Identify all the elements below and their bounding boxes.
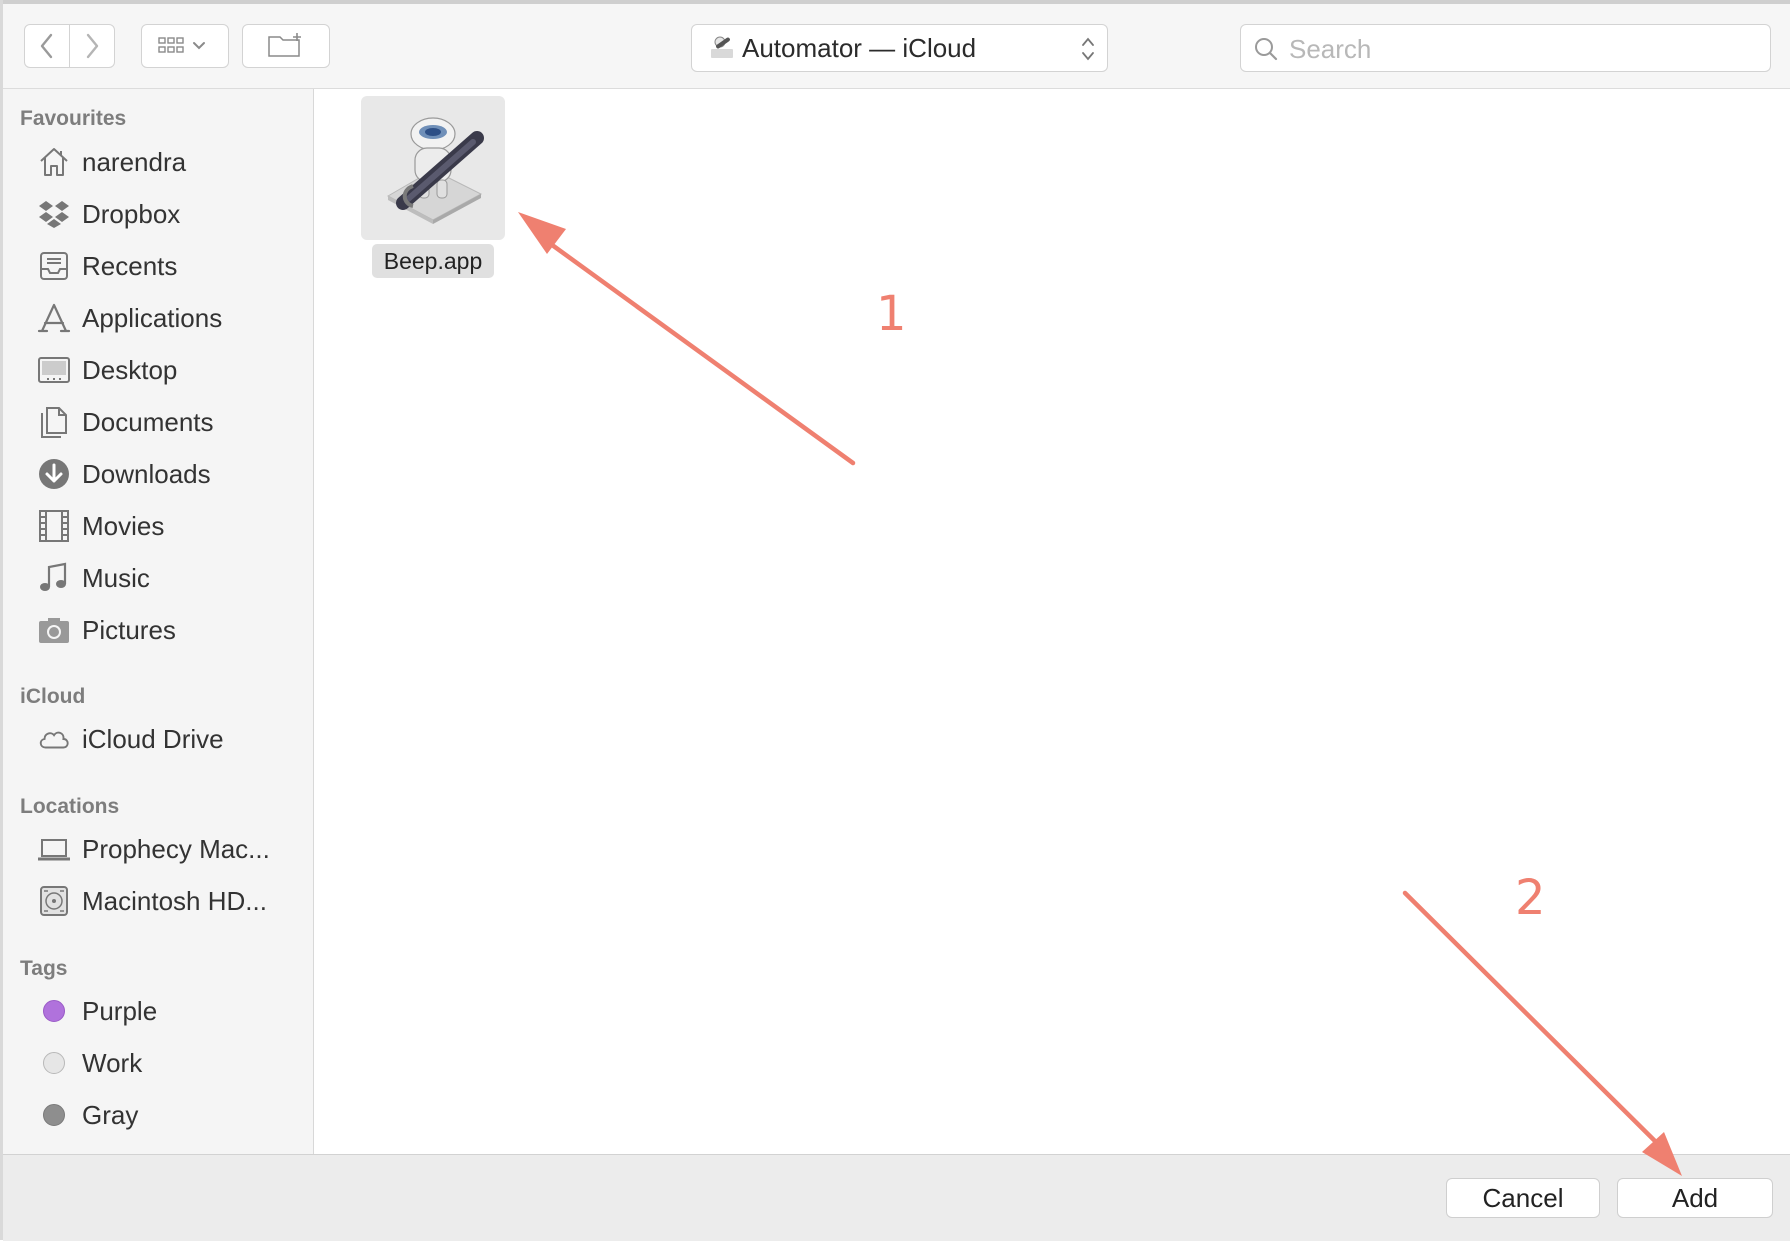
sidebar-item-label: Gray (82, 1100, 139, 1130)
cloud-icon (37, 722, 71, 756)
icon-grid-view-icon (158, 37, 205, 53)
sidebar-item-label: Applications (82, 303, 223, 333)
applications-icon (37, 301, 71, 335)
dropbox-icon (37, 197, 71, 231)
favourites-header: Favourites (20, 107, 127, 130)
sidebar-item-downloads[interactable]: Downloads (3, 450, 313, 496)
sidebar-item-tag-work[interactable]: Work (3, 1039, 313, 1085)
sidebar-item-pictures[interactable]: Pictures (3, 606, 313, 652)
sidebar-item-label: Work (82, 1048, 143, 1078)
tags-header: Tags (20, 957, 68, 980)
file-item-beep-app[interactable]: Beep.app (361, 96, 505, 278)
desktop-icon (37, 353, 71, 387)
sidebar-item-movies[interactable]: Movies (3, 502, 313, 548)
search-icon (1255, 38, 1278, 61)
back-button[interactable] (24, 24, 70, 68)
toolbar: Automator — iCloud (3, 4, 1790, 89)
home-icon (37, 145, 71, 179)
sidebar: Favourites narendra Dropbox Recents Appl… (3, 89, 314, 1154)
music-icon (37, 561, 71, 595)
sidebar-item-label: Dropbox (82, 199, 181, 229)
sidebar-item-macintosh-hd[interactable]: Macintosh HD... (3, 877, 313, 923)
sidebar-item-documents[interactable]: Documents (3, 398, 313, 444)
view-options-button[interactable] (141, 24, 229, 68)
search-input[interactable] (1287, 33, 1751, 65)
sidebar-item-dropbox[interactable]: Dropbox (3, 190, 313, 236)
location-label: Automator — iCloud (742, 32, 977, 63)
sidebar-item-label: Desktop (82, 355, 178, 385)
sidebar-item-label: Recents (82, 251, 178, 281)
forward-button[interactable] (69, 24, 115, 68)
sidebar-item-label: Movies (82, 511, 165, 541)
sidebar-item-icloud-drive[interactable]: iCloud Drive (3, 715, 313, 761)
sidebar-item-applications[interactable]: Applications (3, 294, 313, 340)
icloud-header: iCloud (20, 685, 86, 708)
dialog-footer: Cancel Add (3, 1154, 1790, 1241)
sidebar-item-music[interactable]: Music (3, 554, 313, 600)
sidebar-item-label: Downloads (82, 459, 211, 489)
search-field[interactable] (1240, 24, 1771, 72)
locations-header: Locations (20, 795, 120, 818)
file-browser-content: Beep.app (314, 89, 1790, 1154)
location-popup[interactable]: Automator — iCloud (691, 24, 1108, 72)
new-folder-icon (268, 33, 301, 57)
sidebar-item-desktop[interactable]: Desktop (3, 346, 313, 392)
automator-icon (708, 34, 736, 62)
sidebar-item-label: narendra (82, 147, 187, 177)
add-button[interactable]: Add (1617, 1178, 1773, 1218)
sidebar-item-label: Macintosh HD... (82, 886, 267, 916)
purple-tag-icon (37, 994, 71, 1028)
sidebar-item-recents[interactable]: Recents (3, 242, 313, 288)
camera-icon (37, 613, 71, 647)
sidebar-item-label: iCloud Drive (82, 724, 224, 754)
gray-tag-icon (37, 1098, 71, 1132)
sidebar-item-prophecy-mac[interactable]: Prophecy Mac... (3, 825, 313, 871)
cancel-button[interactable]: Cancel (1446, 1178, 1600, 1218)
sidebar-item-narendra[interactable]: narendra (3, 138, 313, 184)
sidebar-item-tag-purple[interactable]: Purple (3, 987, 313, 1033)
sidebar-item-label: Prophecy Mac... (82, 834, 270, 864)
sidebar-item-label: Purple (82, 996, 158, 1026)
movies-icon (37, 509, 71, 543)
sidebar-item-label: Documents (82, 407, 214, 437)
annotation-label-2: 2 (1515, 870, 1546, 926)
automator-robot-icon (361, 96, 505, 240)
recents-icon (37, 249, 71, 283)
downloads-icon (37, 457, 71, 491)
annotation-label-1: 1 (876, 286, 907, 342)
new-folder-button[interactable] (242, 24, 330, 68)
chevron-right-icon (86, 33, 99, 59)
laptop-icon (37, 832, 71, 866)
documents-icon (37, 405, 71, 439)
work-tag-icon (37, 1046, 71, 1080)
chevron-left-icon (40, 33, 53, 59)
sidebar-item-label: Pictures (82, 615, 176, 645)
up-down-chevron-icon (1082, 37, 1094, 61)
sidebar-item-label: Music (82, 563, 150, 593)
sidebar-item-tag-gray[interactable]: Gray (3, 1091, 313, 1137)
hard-drive-icon (37, 884, 71, 918)
file-name-label: Beep.app (372, 244, 494, 278)
